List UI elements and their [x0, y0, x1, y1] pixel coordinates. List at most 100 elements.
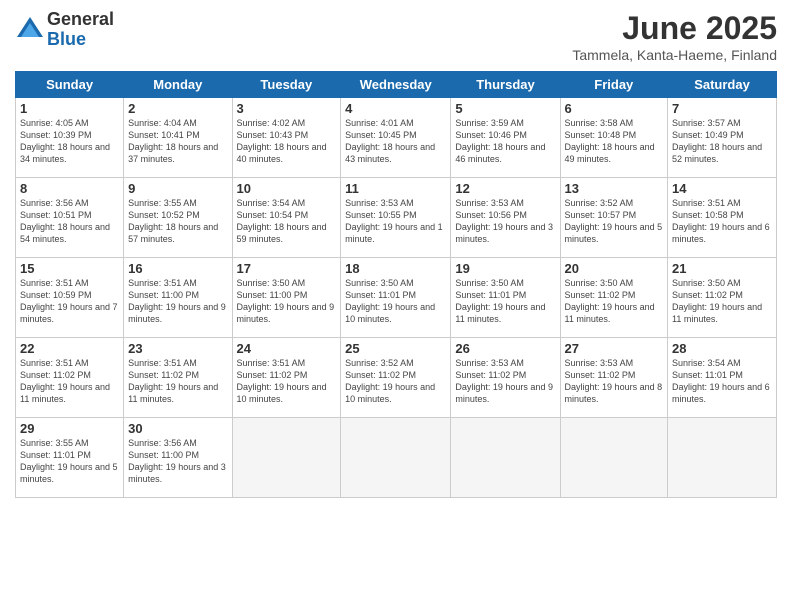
calendar-cell: 9Sunrise: 3:55 AMSunset: 10:52 PMDayligh… [124, 178, 232, 258]
main-title: June 2025 [572, 10, 777, 47]
calendar-day-header: Tuesday [232, 72, 341, 98]
calendar-day-header: Friday [560, 72, 668, 98]
calendar-cell [232, 418, 341, 498]
calendar-day-header: Sunday [16, 72, 124, 98]
day-info: Sunrise: 3:55 AMSunset: 10:52 PMDaylight… [128, 197, 227, 246]
day-info: Sunrise: 3:58 AMSunset: 10:48 PMDaylight… [565, 117, 664, 166]
day-info: Sunrise: 3:52 AMSunset: 10:57 PMDaylight… [565, 197, 664, 246]
calendar-cell: 4Sunrise: 4:01 AMSunset: 10:45 PMDayligh… [341, 98, 451, 178]
calendar-cell [341, 418, 451, 498]
calendar-header-row: SundayMondayTuesdayWednesdayThursdayFrid… [16, 72, 777, 98]
day-number: 14 [672, 181, 772, 196]
logo-general: General [47, 10, 114, 30]
calendar-cell: 26Sunrise: 3:53 AMSunset: 11:02 PMDaylig… [451, 338, 560, 418]
day-number: 26 [455, 341, 555, 356]
day-info: Sunrise: 3:55 AMSunset: 11:01 PMDaylight… [20, 437, 119, 486]
calendar-cell: 20Sunrise: 3:50 AMSunset: 11:02 PMDaylig… [560, 258, 668, 338]
day-info: Sunrise: 3:51 AMSunset: 11:02 PMDaylight… [237, 357, 337, 406]
day-number: 22 [20, 341, 119, 356]
day-number: 2 [128, 101, 227, 116]
day-number: 20 [565, 261, 664, 276]
day-number: 10 [237, 181, 337, 196]
calendar-cell: 29Sunrise: 3:55 AMSunset: 11:01 PMDaylig… [16, 418, 124, 498]
day-number: 28 [672, 341, 772, 356]
calendar-cell [451, 418, 560, 498]
calendar-cell: 17Sunrise: 3:50 AMSunset: 11:00 PMDaylig… [232, 258, 341, 338]
calendar-cell: 8Sunrise: 3:56 AMSunset: 10:51 PMDayligh… [16, 178, 124, 258]
day-info: Sunrise: 4:02 AMSunset: 10:43 PMDaylight… [237, 117, 337, 166]
day-number: 4 [345, 101, 446, 116]
day-info: Sunrise: 3:50 AMSunset: 11:01 PMDaylight… [345, 277, 446, 326]
day-info: Sunrise: 3:56 AMSunset: 11:00 PMDaylight… [128, 437, 227, 486]
calendar-cell: 10Sunrise: 3:54 AMSunset: 10:54 PMDaylig… [232, 178, 341, 258]
logo-text: General Blue [47, 10, 114, 50]
calendar-day-header: Thursday [451, 72, 560, 98]
calendar-cell: 11Sunrise: 3:53 AMSunset: 10:55 PMDaylig… [341, 178, 451, 258]
day-info: Sunrise: 3:50 AMSunset: 11:02 PMDaylight… [672, 277, 772, 326]
calendar-day-header: Saturday [668, 72, 777, 98]
logo-icon [15, 15, 45, 45]
calendar-cell: 7Sunrise: 3:57 AMSunset: 10:49 PMDayligh… [668, 98, 777, 178]
day-number: 5 [455, 101, 555, 116]
calendar-week-row: 15Sunrise: 3:51 AMSunset: 10:59 PMDaylig… [16, 258, 777, 338]
calendar-cell: 14Sunrise: 3:51 AMSunset: 10:58 PMDaylig… [668, 178, 777, 258]
day-number: 27 [565, 341, 664, 356]
calendar-cell: 23Sunrise: 3:51 AMSunset: 11:02 PMDaylig… [124, 338, 232, 418]
calendar-day-header: Wednesday [341, 72, 451, 98]
day-number: 7 [672, 101, 772, 116]
day-info: Sunrise: 3:53 AMSunset: 11:02 PMDaylight… [455, 357, 555, 406]
calendar-cell: 24Sunrise: 3:51 AMSunset: 11:02 PMDaylig… [232, 338, 341, 418]
calendar-cell: 13Sunrise: 3:52 AMSunset: 10:57 PMDaylig… [560, 178, 668, 258]
day-info: Sunrise: 4:05 AMSunset: 10:39 PMDaylight… [20, 117, 119, 166]
calendar-body: 1Sunrise: 4:05 AMSunset: 10:39 PMDayligh… [16, 98, 777, 498]
day-number: 8 [20, 181, 119, 196]
day-number: 1 [20, 101, 119, 116]
calendar-week-row: 1Sunrise: 4:05 AMSunset: 10:39 PMDayligh… [16, 98, 777, 178]
calendar-cell: 1Sunrise: 4:05 AMSunset: 10:39 PMDayligh… [16, 98, 124, 178]
calendar-cell: 3Sunrise: 4:02 AMSunset: 10:43 PMDayligh… [232, 98, 341, 178]
calendar-cell [560, 418, 668, 498]
calendar-cell: 28Sunrise: 3:54 AMSunset: 11:01 PMDaylig… [668, 338, 777, 418]
day-number: 30 [128, 421, 227, 436]
day-info: Sunrise: 3:50 AMSunset: 11:02 PMDaylight… [565, 277, 664, 326]
day-number: 13 [565, 181, 664, 196]
day-info: Sunrise: 3:50 AMSunset: 11:01 PMDaylight… [455, 277, 555, 326]
page: General Blue June 2025 Tammela, Kanta-Ha… [0, 0, 792, 612]
day-info: Sunrise: 3:51 AMSunset: 10:59 PMDaylight… [20, 277, 119, 326]
day-number: 16 [128, 261, 227, 276]
calendar-cell: 30Sunrise: 3:56 AMSunset: 11:00 PMDaylig… [124, 418, 232, 498]
calendar-cell: 15Sunrise: 3:51 AMSunset: 10:59 PMDaylig… [16, 258, 124, 338]
calendar-cell: 2Sunrise: 4:04 AMSunset: 10:41 PMDayligh… [124, 98, 232, 178]
day-info: Sunrise: 3:56 AMSunset: 10:51 PMDaylight… [20, 197, 119, 246]
day-info: Sunrise: 3:50 AMSunset: 11:00 PMDaylight… [237, 277, 337, 326]
day-info: Sunrise: 3:51 AMSunset: 10:58 PMDaylight… [672, 197, 772, 246]
day-info: Sunrise: 3:57 AMSunset: 10:49 PMDaylight… [672, 117, 772, 166]
logo: General Blue [15, 10, 114, 50]
calendar-cell: 6Sunrise: 3:58 AMSunset: 10:48 PMDayligh… [560, 98, 668, 178]
day-info: Sunrise: 3:53 AMSunset: 10:55 PMDaylight… [345, 197, 446, 246]
day-info: Sunrise: 3:51 AMSunset: 11:02 PMDaylight… [128, 357, 227, 406]
calendar-week-row: 29Sunrise: 3:55 AMSunset: 11:01 PMDaylig… [16, 418, 777, 498]
day-number: 6 [565, 101, 664, 116]
day-info: Sunrise: 3:53 AMSunset: 11:02 PMDaylight… [565, 357, 664, 406]
day-number: 19 [455, 261, 555, 276]
calendar-cell: 25Sunrise: 3:52 AMSunset: 11:02 PMDaylig… [341, 338, 451, 418]
day-number: 23 [128, 341, 227, 356]
day-info: Sunrise: 3:52 AMSunset: 11:02 PMDaylight… [345, 357, 446, 406]
calendar-table: SundayMondayTuesdayWednesdayThursdayFrid… [15, 71, 777, 498]
calendar-cell: 21Sunrise: 3:50 AMSunset: 11:02 PMDaylig… [668, 258, 777, 338]
day-number: 12 [455, 181, 555, 196]
day-number: 17 [237, 261, 337, 276]
calendar-cell: 5Sunrise: 3:59 AMSunset: 10:46 PMDayligh… [451, 98, 560, 178]
day-info: Sunrise: 3:54 AMSunset: 11:01 PMDaylight… [672, 357, 772, 406]
day-info: Sunrise: 4:01 AMSunset: 10:45 PMDaylight… [345, 117, 446, 166]
subtitle: Tammela, Kanta-Haeme, Finland [572, 47, 777, 63]
day-info: Sunrise: 3:51 AMSunset: 11:02 PMDaylight… [20, 357, 119, 406]
day-number: 25 [345, 341, 446, 356]
calendar-week-row: 8Sunrise: 3:56 AMSunset: 10:51 PMDayligh… [16, 178, 777, 258]
day-info: Sunrise: 3:59 AMSunset: 10:46 PMDaylight… [455, 117, 555, 166]
calendar-cell: 27Sunrise: 3:53 AMSunset: 11:02 PMDaylig… [560, 338, 668, 418]
day-number: 18 [345, 261, 446, 276]
day-number: 11 [345, 181, 446, 196]
calendar-day-header: Monday [124, 72, 232, 98]
